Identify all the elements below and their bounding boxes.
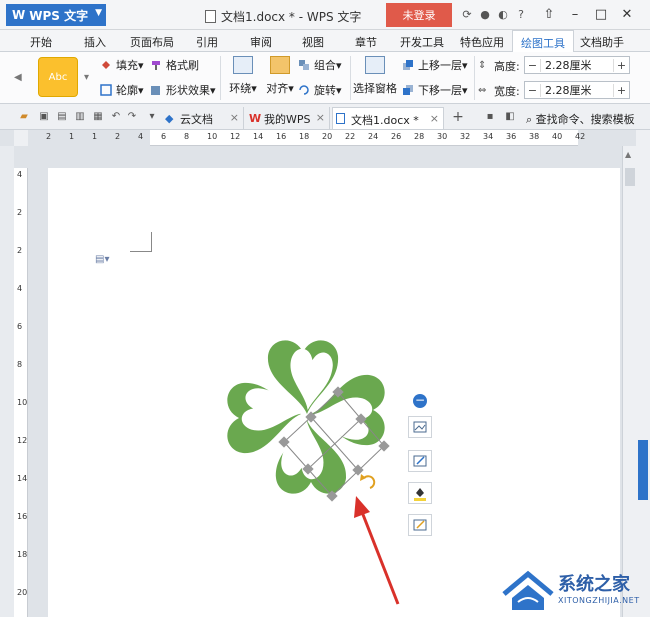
outline-pen-icon	[413, 519, 427, 531]
collapse-toolbar-button[interactable]: −	[413, 394, 427, 408]
watermark-name: 系统之家	[558, 574, 630, 595]
rotate-handle-icon[interactable]	[360, 474, 376, 489]
house-logo-icon	[502, 570, 554, 610]
outline-color-button[interactable]	[408, 514, 432, 536]
side-panel-toggle[interactable]	[638, 440, 648, 500]
vertical-scrollbar[interactable]: ▲	[622, 146, 636, 617]
fill-color-button[interactable]	[408, 482, 432, 504]
watermark-url: XITONGZHIJIA.NET	[558, 596, 640, 605]
edit-shape-button[interactable]	[408, 450, 432, 472]
layout-options-button[interactable]	[408, 416, 432, 438]
pencil-icon	[413, 455, 427, 467]
side-panel-rail	[636, 130, 650, 617]
site-watermark: 系统之家 XITONGZHIJIA.NET	[500, 566, 650, 617]
scrollbar-thumb[interactable]	[625, 168, 635, 186]
red-arrow-annotation	[354, 496, 400, 605]
shape-quick-toolbar: −	[408, 392, 434, 542]
clover-shape-layer	[227, 340, 400, 605]
paint-bucket-icon	[414, 488, 426, 501]
scroll-up-icon[interactable]: ▲	[625, 150, 631, 159]
layout-icon	[413, 421, 427, 433]
